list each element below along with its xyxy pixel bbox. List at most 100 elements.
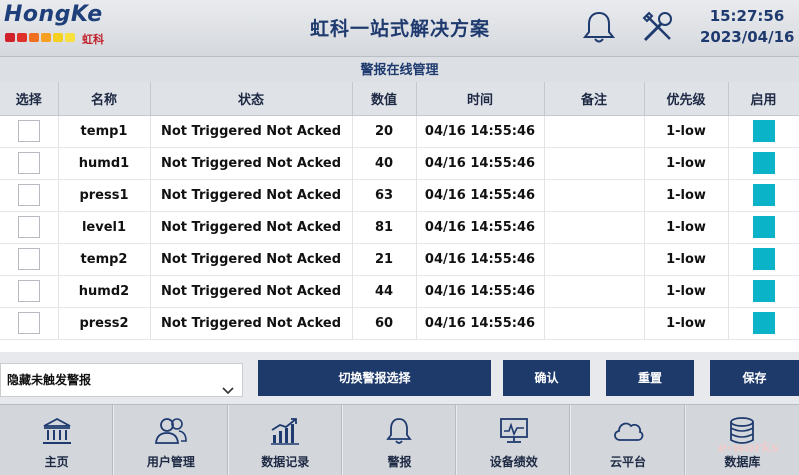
toggle-alarm-selection-button[interactable]: 切换警报选择	[258, 360, 491, 396]
cell-value: 60	[352, 307, 417, 340]
tools-icon[interactable]	[640, 9, 676, 49]
row-enable-toggle-cell	[728, 147, 799, 180]
row-enable-toggle-cell	[728, 275, 799, 308]
bank-icon	[41, 416, 73, 450]
section-title: 警报在线管理	[360, 63, 439, 78]
column-header: 启用	[728, 82, 799, 116]
cell-name: level1	[58, 211, 151, 244]
cell-note	[544, 211, 645, 244]
clock: 15:27:56 2023/04/16	[700, 6, 794, 48]
table-row[interactable]: temp2 Not Triggered Not Acked 21 04/16 14:5…	[0, 243, 799, 276]
row-enable-toggle[interactable]	[752, 280, 775, 302]
brand-logo-cn: 虹科	[82, 33, 104, 46]
cell-name: humd1	[58, 147, 151, 180]
row-select-checkbox-cell	[0, 179, 59, 212]
row-enable-toggle-cell	[728, 179, 799, 212]
row-select-checkbox[interactable]	[17, 120, 40, 142]
brand-logo-dots	[5, 33, 75, 42]
row-enable-toggle[interactable]	[752, 184, 775, 206]
row-enable-toggle[interactable]	[752, 152, 775, 174]
cell-value: 40	[352, 147, 417, 180]
cell-status: Not Triggered Not Acked	[150, 115, 353, 148]
clock-time: 15:27:56	[709, 7, 785, 25]
app-title: 虹科一站式解决方案	[309, 18, 490, 40]
header-bar: HongKe 虹科 虹科一站式解决方案 15:27:56 2023/04/16	[0, 0, 799, 57]
row-select-checkbox[interactable]	[17, 312, 40, 334]
logo-dot	[29, 33, 39, 42]
row-enable-toggle-cell	[728, 115, 799, 148]
column-header: 名称	[58, 82, 151, 116]
cell-priority: 1-low	[644, 179, 729, 212]
nav-item-device-performance[interactable]: 设备绩效	[457, 405, 572, 475]
row-enable-toggle[interactable]	[752, 248, 775, 270]
alarm-table[interactable]: 选择 名称 状态 数值 时间 备注 优先级 启用 temp1 Not Trigge…	[0, 82, 799, 352]
nav-item-cloud-platform[interactable]: 云平台	[571, 405, 686, 475]
nav-label: 用户管理	[146, 455, 195, 469]
cell-priority: 1-low	[644, 275, 729, 308]
cell-time: 04/16 14:55:46	[416, 243, 545, 276]
nav-label: 云平台	[610, 455, 647, 469]
bar-chart-icon	[269, 416, 301, 450]
cell-time: 04/16 14:55:46	[416, 211, 545, 244]
cell-status: Not Triggered Not Acked	[150, 243, 353, 276]
row-select-checkbox[interactable]	[17, 280, 40, 302]
row-select-checkbox[interactable]	[17, 248, 40, 270]
cell-value: 63	[352, 179, 417, 212]
row-select-checkbox[interactable]	[17, 216, 40, 238]
column-header: 时间	[416, 82, 545, 116]
cell-name: temp1	[58, 115, 151, 148]
monitor-icon	[498, 416, 530, 450]
cell-priority: 1-low	[644, 211, 729, 244]
row-enable-toggle[interactable]	[752, 120, 775, 142]
row-enable-toggle[interactable]	[752, 216, 775, 238]
nav-item-alarm[interactable]: 警报	[343, 405, 458, 475]
nav-item-data-records[interactable]: 数据记录	[229, 405, 343, 475]
watermark: e-works	[718, 440, 780, 456]
confirm-button[interactable]: 确认	[503, 360, 590, 396]
cell-status: Not Triggered Not Acked	[150, 147, 353, 180]
table-row[interactable]: temp1 Not Triggered Not Acked 20 04/16 14:5…	[0, 115, 799, 148]
logo-dot	[41, 33, 51, 42]
table-row[interactable]: level1 Not Triggered Not Acked 81 04/16 14:…	[0, 211, 799, 244]
save-button[interactable]: 保存	[710, 360, 799, 396]
bell-icon[interactable]	[582, 9, 616, 49]
row-enable-toggle-cell	[728, 243, 799, 276]
bell-icon	[384, 416, 414, 450]
nav-label: 设备绩效	[489, 455, 538, 469]
cell-priority: 1-low	[644, 307, 729, 340]
column-header: 数值	[352, 82, 417, 116]
cell-value: 21	[352, 243, 417, 276]
nav-item-home[interactable]: 主页	[0, 405, 115, 475]
chevron-down-icon	[222, 375, 234, 407]
alarm-filter-select[interactable]: 隐藏未触发警报	[0, 363, 243, 397]
table-row[interactable]: press2 Not Triggered Not Acked 60 04/16 14:…	[0, 307, 799, 340]
reset-button[interactable]: 重置	[606, 360, 694, 396]
row-select-checkbox[interactable]	[17, 184, 40, 206]
table-row[interactable]: humd1 Not Triggered Not Acked 40 04/16 14:5…	[0, 147, 799, 180]
table-row[interactable]: press1 Not Triggered Not Acked 63 04/16 14:…	[0, 179, 799, 212]
clock-date: 2023/04/16	[700, 28, 795, 46]
row-select-checkbox-cell	[0, 147, 59, 180]
cell-status: Not Triggered Not Acked	[150, 211, 353, 244]
row-enable-toggle[interactable]	[752, 312, 775, 334]
nav-label: 警报	[387, 455, 412, 469]
row-enable-toggle-cell	[728, 307, 799, 340]
cell-priority: 1-low	[644, 243, 729, 276]
cell-time: 04/16 14:55:46	[416, 147, 545, 180]
cell-value: 44	[352, 275, 417, 308]
cell-status: Not Triggered Not Acked	[150, 275, 353, 308]
cell-note	[544, 243, 645, 276]
cell-value: 20	[352, 115, 417, 148]
control-bar: 隐藏未触发警报 切换警报选择 确认 重置 保存	[0, 352, 799, 404]
cell-value: 81	[352, 211, 417, 244]
cell-note	[544, 147, 645, 180]
nav-label: 主页	[44, 455, 69, 469]
brand-logo-text: HongKe	[4, 2, 103, 27]
cell-priority: 1-low	[644, 147, 729, 180]
nav-item-user-management[interactable]: 用户管理	[114, 405, 229, 475]
row-select-checkbox-cell	[0, 211, 59, 244]
table-row[interactable]: humd2 Not Triggered Not Acked 44 04/16 14:5…	[0, 275, 799, 308]
column-header: 优先级	[644, 82, 729, 116]
row-select-checkbox[interactable]	[17, 152, 40, 174]
bottom-nav: 主页 用户管理 数据记录 警报 设备绩效 云平台 数据库	[0, 404, 799, 475]
